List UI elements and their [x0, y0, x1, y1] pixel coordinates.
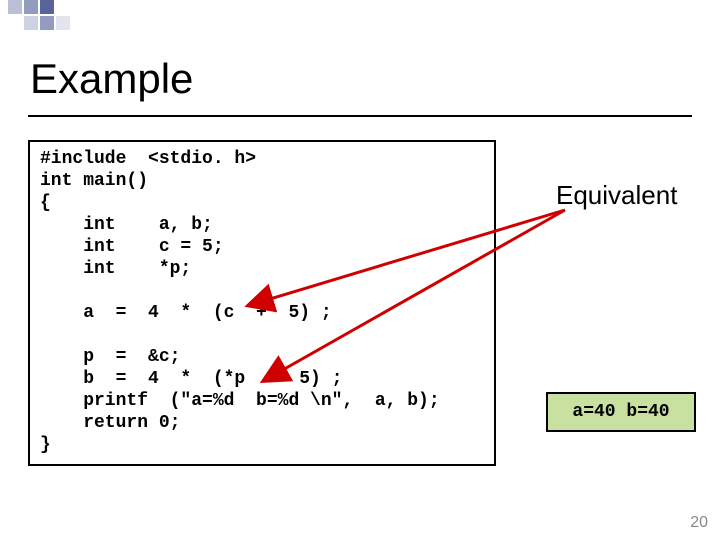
code-content: #include <stdio. h> int main() { int a, … — [40, 148, 440, 456]
title-divider — [28, 115, 692, 117]
equivalent-label: Equivalent — [556, 180, 677, 211]
slide-title: Example — [30, 55, 193, 103]
code-box: #include <stdio. h> int main() { int a, … — [28, 140, 496, 466]
output-text: a=40 b=40 — [572, 402, 669, 422]
output-box: a=40 b=40 — [546, 392, 696, 432]
page-number: 20 — [690, 514, 708, 532]
